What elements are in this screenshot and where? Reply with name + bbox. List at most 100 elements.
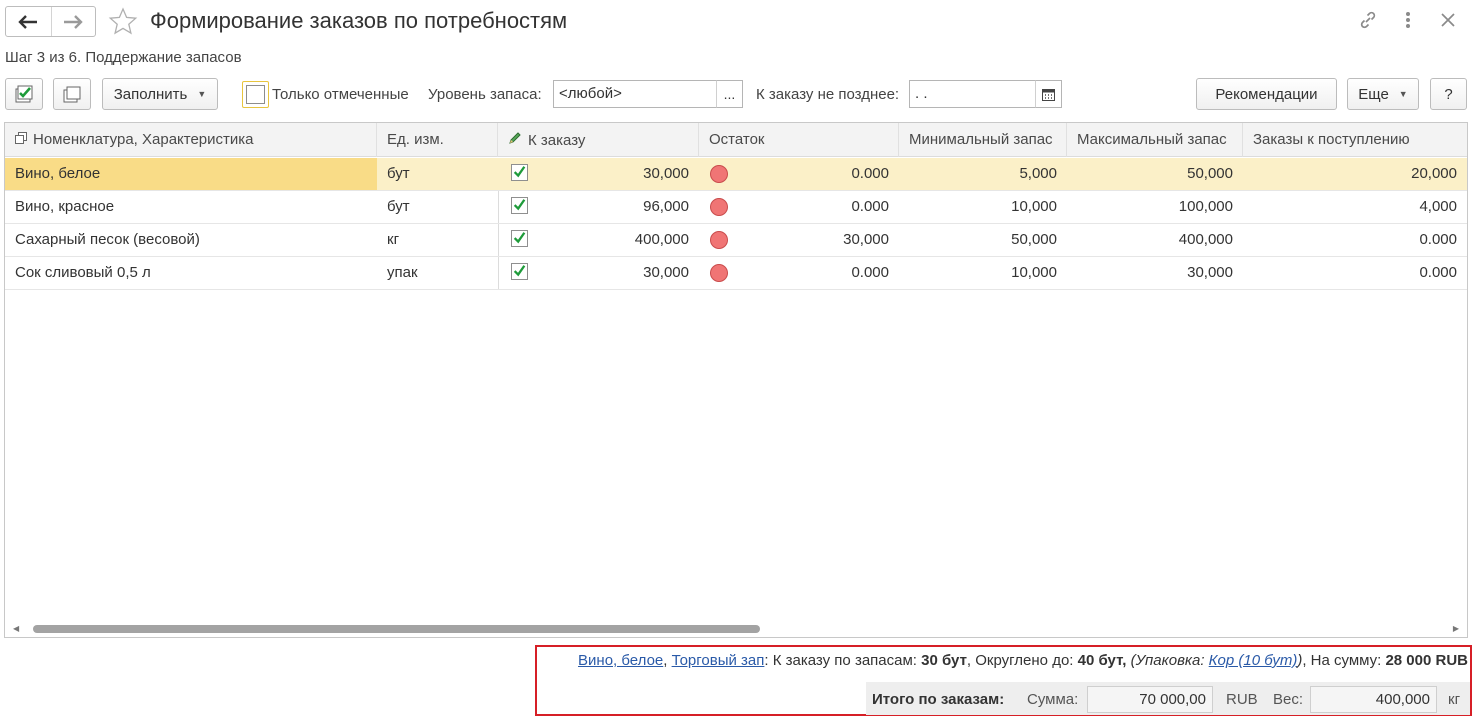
currency-label: RUB: [1226, 691, 1258, 708]
row-checkbox[interactable]: [511, 164, 528, 181]
column-header-min-stock[interactable]: Минимальный запас: [899, 123, 1067, 157]
scroll-right-icon[interactable]: ▶: [1453, 624, 1459, 633]
fill-button[interactable]: Заполнить ▼: [102, 78, 218, 110]
scroll-left-icon[interactable]: ◀: [13, 624, 19, 633]
totals-bar: Итого по заказам: Сумма: 70 000,00 RUB В…: [866, 682, 1470, 715]
row-checkbox[interactable]: [511, 197, 528, 214]
separator-text: ,: [663, 652, 672, 669]
fill-button-label: Заполнить: [113, 85, 188, 103]
pack-info: (Упаковка: Кор (10 бут)): [1126, 652, 1303, 669]
cell-stock[interactable]: 0.000: [735, 191, 899, 223]
weight-field: 400,000: [1310, 686, 1437, 713]
info-text: , На сумму:: [1302, 652, 1386, 669]
hierarchy-icon: [15, 132, 27, 144]
link-icon[interactable]: [1358, 9, 1378, 31]
column-label: Ед. изм.: [387, 131, 444, 148]
column-header-unit[interactable]: Ед. изм.: [377, 123, 498, 157]
cell-incoming-orders[interactable]: 20,000: [1243, 158, 1467, 190]
table-row[interactable]: Сахарный песок (весовой) кг 400,000 30,0…: [5, 224, 1467, 257]
row-checkbox[interactable]: [511, 263, 528, 280]
order-sum: 28 000 RUB: [1385, 652, 1468, 669]
step-label: Шаг 3 из 6. Поддержание запасов: [5, 49, 242, 66]
column-header-incoming-orders[interactable]: Заказы к поступлению: [1243, 123, 1467, 157]
star-icon[interactable]: [108, 7, 138, 37]
table-row[interactable]: Вино, красное бут 96,000 0.000 10,000 10…: [5, 191, 1467, 224]
cell-nomenclature[interactable]: Вино, красное: [5, 191, 377, 223]
calendar-button[interactable]: [1035, 80, 1062, 108]
cell-max-stock[interactable]: 30,000: [1067, 257, 1243, 289]
sum-label: Сумма:: [1027, 691, 1079, 708]
cell-unit[interactable]: кг: [377, 224, 498, 256]
more-vertical-icon[interactable]: [1398, 9, 1418, 31]
cell-max-stock[interactable]: 400,000: [1067, 224, 1243, 256]
arrow-left-icon: [18, 14, 38, 29]
order-summary-panel: Вино, белое, Торговый зап: К заказу по з…: [535, 645, 1472, 716]
stock-level-input[interactable]: <любой>: [553, 80, 717, 108]
cell-min-stock[interactable]: 10,000: [899, 257, 1067, 289]
row-checkbox[interactable]: [511, 230, 528, 247]
cell-unit[interactable]: бут: [377, 191, 498, 223]
cell-incoming-orders[interactable]: 0.000: [1243, 257, 1467, 289]
only-marked-checkbox[interactable]: [242, 81, 269, 108]
check-all-button[interactable]: [5, 78, 43, 110]
cell-stock[interactable]: 0.000: [735, 158, 899, 190]
cell-to-order[interactable]: 400,000: [535, 224, 699, 256]
cell-max-stock[interactable]: 50,000: [1067, 158, 1243, 190]
more-button[interactable]: Еще ▼: [1347, 78, 1419, 110]
stock-level-select-button[interactable]: ...: [716, 80, 743, 108]
status-red-indicator: [710, 198, 728, 216]
scrollbar-thumb[interactable]: [33, 625, 760, 633]
cell-min-stock[interactable]: 5,000: [899, 158, 1067, 190]
more-button-label: Еще: [1358, 85, 1389, 103]
recommendations-button[interactable]: Рекомендации: [1196, 78, 1337, 110]
close-icon[interactable]: [1438, 9, 1458, 31]
cell-stock[interactable]: 0.000: [735, 257, 899, 289]
cell-nomenclature[interactable]: Вино, белое: [5, 158, 377, 190]
back-button[interactable]: [6, 7, 51, 36]
table-row[interactable]: Вино, белое бут 30,000 0.000 5,000 50,00…: [5, 158, 1467, 191]
column-header-max-stock[interactable]: Максимальный запас: [1067, 123, 1243, 157]
cell-stock[interactable]: 30,000: [735, 224, 899, 256]
cell-min-stock[interactable]: 10,000: [899, 191, 1067, 223]
order-deadline-input[interactable]: . .: [909, 80, 1036, 108]
horizontal-scrollbar[interactable]: ◀ ▶: [5, 621, 1467, 637]
table-header: Номенклатура, Характеристика Ед. изм. К …: [5, 123, 1467, 157]
cell-unit[interactable]: упак: [377, 257, 498, 289]
order-deadline-label: К заказу не позднее:: [756, 86, 900, 103]
cell-max-stock[interactable]: 100,000: [1067, 191, 1243, 223]
table-row[interactable]: Сок сливовый 0,5 л упак 30,000 0.000 10,…: [5, 257, 1467, 290]
cell-incoming-orders[interactable]: 0.000: [1243, 224, 1467, 256]
stock-level-label: Уровень запаса:: [428, 86, 542, 103]
help-button[interactable]: ?: [1430, 78, 1467, 110]
cell-to-order[interactable]: 30,000: [535, 158, 699, 190]
item-link[interactable]: Вино, белое: [578, 652, 663, 669]
column-label: Номенклатура, Характеристика: [33, 131, 254, 148]
order-qty: 30 бут: [921, 652, 967, 669]
sum-field: 70 000,00: [1087, 686, 1213, 713]
cell-incoming-orders[interactable]: 4,000: [1243, 191, 1467, 223]
column-label: К заказу: [528, 132, 586, 149]
column-header-to-order[interactable]: К заказу: [498, 123, 699, 157]
page-title: Формирование заказов по потребностям: [150, 8, 568, 33]
cell-to-order[interactable]: 96,000: [535, 191, 699, 223]
uncheck-all-icon: [63, 86, 81, 103]
cell-nomenclature[interactable]: Сок сливовый 0,5 л: [5, 257, 377, 289]
column-header-stock[interactable]: Остаток: [699, 123, 899, 157]
weight-unit-label: кг: [1448, 691, 1461, 708]
cell-nomenclature[interactable]: Сахарный песок (весовой): [5, 224, 377, 256]
check-all-icon: [15, 85, 33, 103]
forward-button[interactable]: [50, 7, 96, 36]
selected-item-info: Вино, белое, Торговый зап: К заказу по з…: [578, 652, 1468, 669]
cell-to-order[interactable]: 30,000: [535, 257, 699, 289]
uncheck-all-button[interactable]: [53, 78, 91, 110]
cell-unit[interactable]: бут: [377, 158, 498, 190]
warehouse-link[interactable]: Торговый зап: [672, 652, 765, 669]
info-text: , Округлено до:: [966, 652, 1078, 669]
rounded-qty: 40 бут,: [1077, 652, 1127, 669]
info-text: : К заказу по запасам:: [764, 652, 922, 669]
pack-open-text: (Упаковка:: [1126, 652, 1209, 669]
column-header-nomenclature[interactable]: Номенклатура, Характеристика: [5, 123, 377, 157]
cell-min-stock[interactable]: 50,000: [899, 224, 1067, 256]
column-label: Остаток: [709, 131, 765, 148]
pack-link[interactable]: Кор (10 бут): [1209, 652, 1298, 669]
